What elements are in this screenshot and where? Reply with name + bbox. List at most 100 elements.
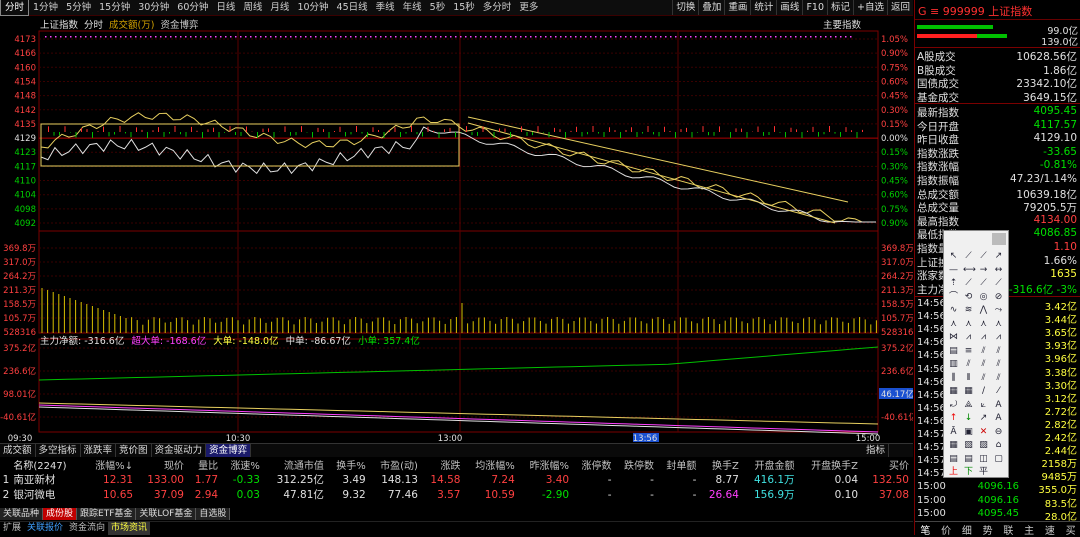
- draw-tool-icon[interactable]: ▨: [978, 440, 989, 451]
- draw-tool-icon[interactable]: ◫: [978, 454, 989, 465]
- draw-tool-icon[interactable]: 上: [948, 467, 959, 478]
- column-header[interactable]: 市盈(动): [370, 457, 422, 472]
- column-header[interactable]: 开盘换手Z: [799, 457, 862, 472]
- draw-tool-icon[interactable]: ⦀: [963, 373, 974, 384]
- draw-tool-icon[interactable]: ↑: [948, 413, 959, 424]
- column-header[interactable]: 换手Z: [700, 457, 743, 472]
- column-header[interactable]: 均涨幅%: [464, 457, 518, 472]
- column-header[interactable]: 昨涨幅%: [519, 457, 573, 472]
- tab-fund-drive[interactable]: 资金驱动力: [152, 444, 207, 457]
- column-header[interactable]: 跌停数: [616, 457, 658, 472]
- draw-tool-icon[interactable]: ▧: [963, 440, 974, 451]
- tab-watchlist[interactable]: 自选股: [196, 508, 231, 520]
- draw-tool-icon[interactable]: ≋: [963, 305, 974, 316]
- quote-panel-tab[interactable]: 势: [983, 522, 993, 537]
- tab-15sec[interactable]: 15秒: [449, 0, 479, 15]
- tab-adv-decl[interactable]: 涨跌率: [81, 444, 117, 457]
- draw-tool-icon[interactable]: ⟋: [963, 251, 974, 262]
- column-header[interactable]: [0, 457, 13, 472]
- draw-tool-icon[interactable]: ▥: [948, 359, 959, 370]
- draw-tool-icon[interactable]: ▢: [993, 454, 1004, 465]
- column-header[interactable]: 涨停数: [573, 457, 615, 472]
- column-header[interactable]: 涨幅%↓: [85, 457, 137, 472]
- draw-tool-icon[interactable]: ◎: [978, 292, 989, 303]
- column-header[interactable]: 开盘金额: [743, 457, 799, 472]
- draw-tool-icon[interactable]: [993, 467, 1004, 478]
- draw-tool-icon[interactable]: ⩘: [978, 332, 989, 343]
- column-header[interactable]: 量比: [188, 457, 222, 472]
- mark-button[interactable]: 标记: [827, 0, 853, 15]
- table-row[interactable]: 1 南亚新材 12.31 133.00 1.77 -0.33 312.25亿 3.49 148.…: [0, 472, 913, 487]
- draw-tool-icon[interactable]: ∕: [978, 386, 989, 397]
- market-news-link[interactable]: 市场资讯: [108, 522, 151, 535]
- draw-tool-icon[interactable]: ⋏: [993, 319, 1004, 330]
- tab-yearly[interactable]: 年线: [399, 0, 426, 15]
- column-header[interactable]: 名称(2247): [13, 457, 84, 472]
- f10-button[interactable]: F10: [802, 0, 827, 15]
- tab-more[interactable]: 更多: [515, 0, 542, 15]
- switch-button[interactable]: 切换: [672, 0, 698, 15]
- quote-panel-tab[interactable]: 速: [1045, 522, 1055, 537]
- tab-monthly[interactable]: 月线: [266, 0, 293, 15]
- draw-tool-icon[interactable]: →: [978, 265, 989, 276]
- draw-tool-icon[interactable]: ⋏: [963, 319, 974, 330]
- draw-tool-icon[interactable]: ▤: [948, 346, 959, 357]
- table-row[interactable]: 2 银河微电 10.65 37.09 2.94 0.03 47.81亿 9.32 77.46 3.…: [0, 487, 913, 502]
- draw-tool-icon[interactable]: ⊘: [993, 292, 1004, 303]
- draw-tool-icon[interactable]: ⟲: [963, 292, 974, 303]
- back-button[interactable]: 返回: [886, 0, 913, 15]
- draw-tool-icon[interactable]: ⫽: [963, 359, 974, 370]
- tab-45day[interactable]: 45日线: [333, 0, 372, 15]
- draw-tool-icon[interactable]: ▤: [963, 454, 974, 465]
- tab-30min[interactable]: 30分钟: [134, 0, 173, 15]
- fund-flow-link[interactable]: 资金流向: [66, 522, 108, 535]
- expand-button[interactable]: 扩展: [0, 522, 24, 535]
- overlay-button[interactable]: 叠加: [698, 0, 724, 15]
- draw-tool-icon[interactable]: ⟋: [963, 278, 974, 289]
- column-header[interactable]: 现价: [137, 457, 188, 472]
- draw-tool-icon[interactable]: ▦: [948, 440, 959, 451]
- draw-tool-icon[interactable]: ⤾: [948, 400, 959, 411]
- tab-60min[interactable]: 60分钟: [173, 0, 212, 15]
- tab-related-varieties[interactable]: 关联品种: [0, 508, 44, 520]
- tab-5min[interactable]: 5分钟: [62, 0, 95, 15]
- draw-tool-icon[interactable]: A: [993, 400, 1004, 411]
- tab-fund-game[interactable]: 资金博弈: [206, 444, 252, 457]
- tab-tracking-etf[interactable]: 跟踪ETF基金: [77, 508, 137, 520]
- draw-tool-icon[interactable]: ↖: [948, 251, 959, 262]
- stats-button[interactable]: 统计: [750, 0, 776, 15]
- draw-tool-icon[interactable]: ▦: [948, 386, 959, 397]
- draw-tool-icon[interactable]: ⁄: [993, 386, 1004, 397]
- draw-tool-icon[interactable]: ⟋: [993, 278, 1004, 289]
- tab-weekly[interactable]: 周线: [239, 0, 266, 15]
- draw-tool-icon[interactable]: ↗: [978, 413, 989, 424]
- indicator-button[interactable]: 指标: [863, 444, 889, 457]
- draw-tool-icon[interactable]: ⟁: [963, 400, 974, 411]
- tab-related-lof[interactable]: 关联LOF基金: [136, 508, 197, 520]
- draw-tool-icon[interactable]: ⟀: [978, 400, 989, 411]
- quote-panel-tab[interactable]: 细: [962, 522, 972, 537]
- related-quote-link[interactable]: 关联报价: [24, 522, 66, 535]
- quote-panel-tab[interactable]: 买: [1066, 522, 1076, 537]
- palette-close-icon[interactable]: [992, 233, 1006, 245]
- tab-multi-timeshare[interactable]: 多分时: [479, 0, 516, 15]
- column-header[interactable]: 涨速%: [222, 457, 264, 472]
- draw-tool-icon[interactable]: 平: [978, 467, 989, 478]
- draw-tool-icon[interactable]: ⌂: [993, 440, 1004, 451]
- draw-tool-icon[interactable]: ↗: [993, 251, 1004, 262]
- tab-timeshare[interactable]: 分时: [0, 0, 30, 16]
- draw-tool-icon[interactable]: ⋏: [978, 319, 989, 330]
- draw-tool-icon[interactable]: A: [993, 413, 1004, 424]
- draw-tool-icon[interactable]: ▤: [948, 454, 959, 465]
- draw-tool-icon[interactable]: ⋀: [978, 305, 989, 316]
- draw-tool-icon[interactable]: ▣: [963, 427, 974, 438]
- draw-tool-icon[interactable]: ▦: [963, 386, 974, 397]
- column-header[interactable]: 封单额: [658, 457, 700, 472]
- draw-tool-icon[interactable]: ⫽: [993, 346, 1004, 357]
- draw-tool-icon[interactable]: ✕: [978, 427, 989, 438]
- drawing-tool-palette[interactable]: ↖ ⟋ ⟋ ↗ — ⟷ → ↔ ⇡ ⟋ ⟋ ⟋ ⌒ ⟲ ◎ ⊘ ∿ ≋ ⋀ ⤳ ⋏ ⋏ ⋏ ⋏ ⋈ ⩘ ⩘ ⩘ ▤ ≡ ⫽ ⫽ ▥ ⫽ ⫽ ⫽ ⫼ ⦀ ⫽ ⫽…: [943, 230, 1009, 478]
- quote-panel-tab[interactable]: 联: [1003, 522, 1013, 537]
- draw-tool-icon[interactable]: ⋈: [948, 332, 959, 343]
- draw-tool-icon[interactable]: ≡: [963, 346, 974, 357]
- tab-turnover[interactable]: 成交额: [0, 444, 36, 457]
